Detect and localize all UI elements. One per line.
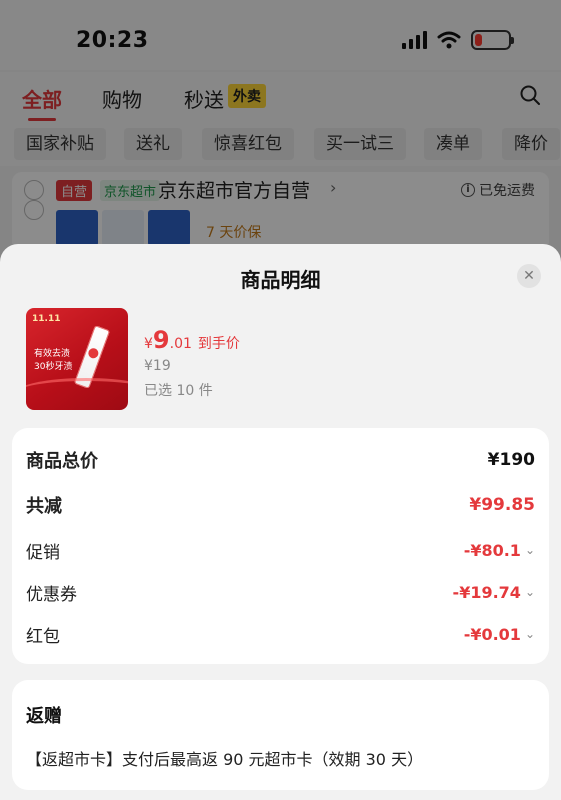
total-price-row: 商品总价 ¥190 xyxy=(26,446,535,474)
final-price: ¥ 9 .01 到手价 xyxy=(144,326,240,354)
price-breakdown-card: 商品总价 ¥190 共减 ¥99.85 促销 -¥80.1 ⌄ 优惠券 -¥19… xyxy=(12,428,549,664)
gift-title: 返赠 xyxy=(26,706,62,727)
price-tag: 到手价 xyxy=(197,336,240,352)
sheet-title: 商品明细 xyxy=(240,268,321,292)
coupon-label: 优惠券 xyxy=(26,584,77,605)
ribbon xyxy=(26,378,128,408)
original-price: ¥19 xyxy=(144,358,171,374)
total-price-label: 商品总价 xyxy=(26,451,98,472)
selected-quantity: 已选 10 件 xyxy=(144,383,213,399)
chevron-down-icon[interactable]: ⌄ xyxy=(525,627,535,641)
red-packet-label: 红包 xyxy=(26,626,60,647)
reduced-value: ¥99.85 xyxy=(469,495,535,515)
coupon-value: -¥19.74 xyxy=(452,582,521,602)
product-image-text-line: 30秒牙渍 xyxy=(34,362,73,372)
price-integer: 9 xyxy=(152,326,170,354)
detail-sheet: 商品明细 ✕ 11.11 有效去渍 30秒牙渍 ¥ 9 .01 到手价 ¥19 … xyxy=(0,244,561,800)
price-currency: ¥ xyxy=(144,336,153,352)
red-packet-value: -¥0.01 xyxy=(463,624,521,644)
product-image-text-line: 有效去渍 xyxy=(34,349,71,359)
total-price-value: ¥190 xyxy=(487,450,535,470)
coupon-row[interactable]: 优惠券 -¥19.74 ⌄ xyxy=(26,578,535,606)
close-button[interactable]: ✕ xyxy=(517,264,541,288)
reduced-row: 共减 ¥99.85 xyxy=(26,491,535,519)
price-decimal: .01 xyxy=(169,336,192,352)
red-packet-row[interactable]: 红包 -¥0.01 ⌄ xyxy=(26,620,535,648)
reduced-label: 共减 xyxy=(26,496,62,517)
close-icon: ✕ xyxy=(523,268,535,284)
gift-card: 返赠 【返超市卡】支付后最高返 90 元超市卡（效期 30 天） xyxy=(12,680,549,790)
chevron-down-icon[interactable]: ⌄ xyxy=(525,543,535,557)
product-image-top-text: 11.11 xyxy=(32,314,61,324)
promotion-row[interactable]: 促销 -¥80.1 ⌄ xyxy=(26,536,535,564)
product-image-text: 有效去渍 30秒牙渍 xyxy=(34,348,72,374)
promotion-label: 促销 xyxy=(26,542,60,563)
chevron-down-icon[interactable]: ⌄ xyxy=(525,585,535,599)
promotion-value: -¥80.1 xyxy=(463,540,521,560)
product-image[interactable]: 11.11 有效去渍 30秒牙渍 xyxy=(26,308,128,410)
gift-description: 【返超市卡】支付后最高返 90 元超市卡（效期 30 天） xyxy=(26,750,424,769)
